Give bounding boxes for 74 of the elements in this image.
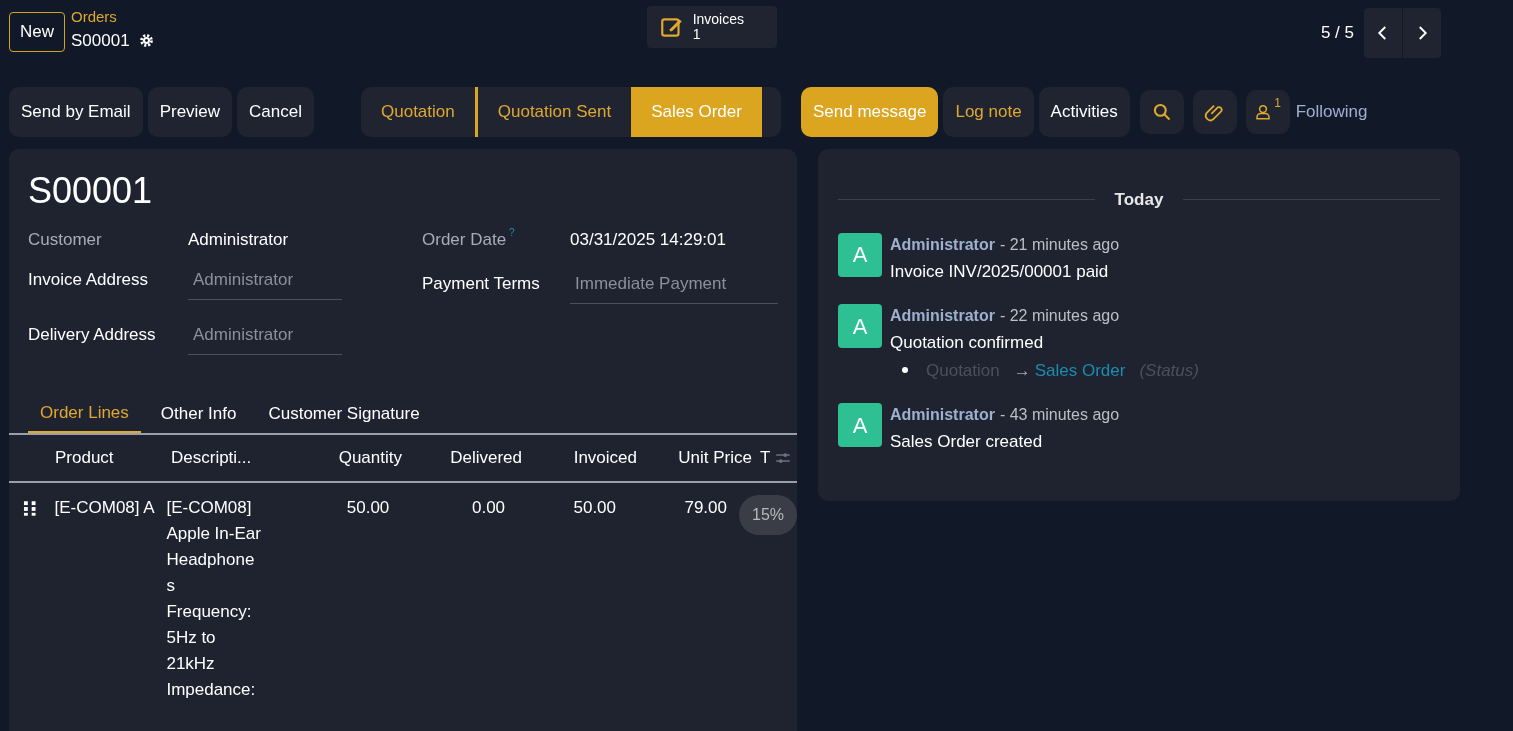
author-name: Administrator xyxy=(890,405,995,425)
drag-handle-icon xyxy=(23,500,37,516)
avatar: A xyxy=(838,232,882,277)
status-stage[interactable]: Quotation xyxy=(361,87,475,137)
attachment-button[interactable] xyxy=(1192,90,1237,134)
search-icon xyxy=(1151,102,1172,122)
avatar: A xyxy=(838,403,882,447)
form-tab[interactable]: Customer Signature xyxy=(256,395,432,433)
action-button[interactable]: Preview xyxy=(147,87,233,137)
description-line: s xyxy=(166,575,176,597)
arrow-glyph: → xyxy=(1013,359,1031,382)
tax-tag: 15% xyxy=(739,495,797,535)
record-title: S00001 xyxy=(27,169,154,213)
pager-value: 5 / 5 xyxy=(1320,22,1354,45)
table-cell-text: 50.00 xyxy=(345,497,390,519)
column-header: Unit Price xyxy=(677,447,752,470)
invoices-smart-button[interactable]: Invoices 1 xyxy=(646,6,777,48)
field-value: 03/31/2025 14:29:01 xyxy=(570,229,726,251)
follower-count: 1 xyxy=(1274,96,1282,110)
table-cell-text: 79.00 xyxy=(683,497,727,519)
chatter-button[interactable]: Activities xyxy=(1038,87,1130,137)
message-time: - 21 minutes ago xyxy=(999,234,1120,255)
description-line: Apple In-Ear xyxy=(166,523,262,545)
avatar: A xyxy=(838,304,882,348)
message-body: Sales Order created xyxy=(890,431,1044,453)
new-button[interactable]: New xyxy=(9,12,65,52)
record-name: S00001 xyxy=(71,30,130,52)
author-name: Administrator xyxy=(890,306,995,326)
gear-icon xyxy=(137,32,155,50)
person-icon xyxy=(1254,103,1273,121)
field-label: Customer xyxy=(28,229,102,251)
message-time: - 43 minutes ago xyxy=(999,405,1120,425)
field-label: Invoice Address xyxy=(28,269,148,292)
smart-button-label: Invoices xyxy=(692,12,744,27)
description-line: Headphone xyxy=(166,549,256,571)
message-body: Quotation confirmed xyxy=(890,332,1045,354)
description-line: [E-COM08] xyxy=(166,497,253,519)
column-header: T xyxy=(760,447,772,470)
action-button[interactable]: Cancel xyxy=(237,87,314,137)
followers-button[interactable]: 1 xyxy=(1245,90,1290,134)
date-separator: Today xyxy=(1114,189,1164,211)
author-name: Administrator xyxy=(890,234,995,255)
table-cell-text: [E-COM08] A xyxy=(54,497,156,519)
bullet-icon xyxy=(902,367,908,374)
description-line: 21kHz xyxy=(166,653,216,675)
column-header: Invoiced xyxy=(572,447,637,470)
text-field[interactable]: Administrator xyxy=(188,322,342,355)
form-tab[interactable]: Other Info xyxy=(148,395,249,433)
field-label: Order Date xyxy=(422,229,507,251)
description-line: Frequency: xyxy=(166,601,253,623)
message-time: - 22 minutes ago xyxy=(999,306,1120,326)
following-link[interactable]: Following xyxy=(1295,99,1368,125)
chatter-button[interactable]: Log note xyxy=(943,87,1034,137)
search-button[interactable] xyxy=(1139,90,1184,134)
breadcrumb-link[interactable]: Orders xyxy=(71,8,155,26)
message-body: Invoice INV/2025/00001 paid xyxy=(890,260,1110,283)
form-tab[interactable]: Order Lines xyxy=(28,395,141,433)
table-cell-text: 50.00 xyxy=(572,497,617,519)
smart-button-count: 1 xyxy=(692,27,702,42)
field-label: Delivery Address xyxy=(28,324,156,347)
help-mark: ? xyxy=(509,227,515,239)
description-line: 5Hz to xyxy=(166,627,217,649)
description-line: Impedance: xyxy=(166,679,257,701)
field-label: Payment Terms xyxy=(422,273,540,295)
column-header: Delivered xyxy=(449,447,522,470)
text-field[interactable]: Immediate Payment xyxy=(570,271,778,304)
action-button[interactable]: Send by Email xyxy=(9,87,143,137)
text-field[interactable]: Administrator xyxy=(188,267,342,300)
column-header: Quantity xyxy=(337,447,402,470)
column-header: Descripti... xyxy=(171,447,253,470)
new-value: Sales Order xyxy=(1034,359,1126,382)
table-cell-text: 0.00 xyxy=(471,497,506,519)
column-header: Product xyxy=(55,447,115,470)
field-value: Administrator xyxy=(188,229,289,251)
